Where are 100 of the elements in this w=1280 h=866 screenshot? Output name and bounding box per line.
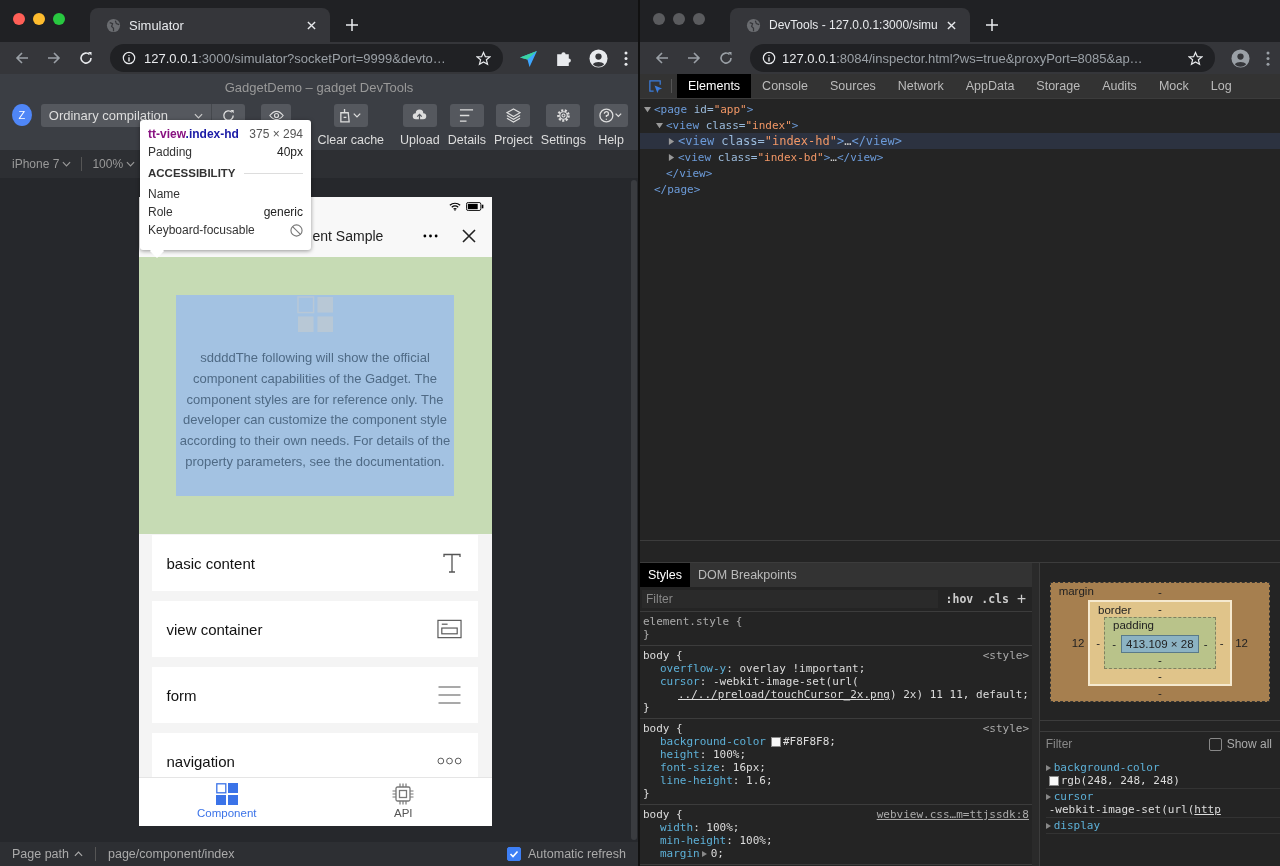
category-label: navigation xyxy=(166,752,235,770)
hover-state-button[interactable]: :hov xyxy=(945,592,974,606)
component-category[interactable]: form xyxy=(151,667,478,723)
element-size: 375 × 294 xyxy=(249,127,303,141)
bottom-tab[interactable]: Component xyxy=(138,778,315,826)
css-declaration: height: 100%; xyxy=(659,748,748,761)
browser-tab[interactable]: DevTools - 127.0.0.1:3000/simu xyxy=(730,8,970,42)
tool-label: Settings xyxy=(540,133,586,147)
component-category[interactable]: basic content xyxy=(151,535,478,591)
box-value: - xyxy=(1111,638,1117,650)
zoom-dropdown[interactable]: 100% xyxy=(92,157,136,171)
panel-tab[interactable]: Mock xyxy=(1147,74,1200,98)
tool-label: Help xyxy=(598,133,624,147)
sidebar-tab[interactable]: DOM Breakpoints xyxy=(690,563,805,587)
box-label: margin xyxy=(1058,585,1094,597)
tool-label: Project xyxy=(493,133,533,147)
sidebar-tab[interactable]: Styles xyxy=(640,563,691,587)
computed-property[interactable]: display xyxy=(1045,818,1280,834)
property-value: generic xyxy=(263,205,303,219)
bottom-tab[interactable]: API xyxy=(315,778,492,826)
filter-field[interactable]: Filter xyxy=(642,590,938,608)
url-text: 127.0.0.1:3000/simulator?socketPort=9999&devto… xyxy=(144,50,447,66)
dom-node[interactable]: <page id="app"> xyxy=(640,101,1280,117)
auto-refresh-checkbox[interactable]: Automatic refresh xyxy=(507,847,626,861)
dom-node[interactable]: <view class="index-bd">…</view> xyxy=(640,149,1280,165)
url-text: 127.0.0.1:8084/inspector.html?ws=true&proxyPort=8085&ap… xyxy=(782,50,1144,66)
class-button[interactable]: .cls xyxy=(981,592,1009,606)
address-field[interactable]: 127.0.0.1:8084/inspector.html?ws=true&proxyPort=8085&ap… xyxy=(750,44,1215,72)
device-dropdown[interactable]: iPhone 7 xyxy=(12,157,72,171)
panel-tab[interactable]: Elements xyxy=(677,74,752,98)
tab-title: Simulator xyxy=(129,17,185,33)
box-value: 12 xyxy=(1070,637,1086,649)
css-selector: element.style { xyxy=(643,615,743,628)
panel-tab[interactable]: Log xyxy=(1199,74,1243,98)
tab-title: DevTools - 127.0.0.1:3000/simu xyxy=(769,18,939,32)
category-label: form xyxy=(166,686,197,704)
panel-tab[interactable]: Storage xyxy=(1025,74,1092,98)
tool-label: Details xyxy=(447,133,486,147)
panel-tab[interactable]: Console xyxy=(751,74,819,98)
box-value: - xyxy=(1157,602,1162,617)
panel-tab[interactable]: Audits xyxy=(1091,74,1148,98)
page-path-toggle[interactable]: Page path xyxy=(12,847,83,861)
new-rule-button[interactable]: + xyxy=(1016,590,1026,608)
source-label: <style> xyxy=(982,649,1029,662)
page-path: page/component/index xyxy=(108,847,235,861)
show-all-checkbox[interactable]: Show all xyxy=(1208,737,1272,751)
box-value: 12 xyxy=(1234,637,1249,649)
css-declaration: overflow-y: overlay !important; xyxy=(659,662,867,675)
category-label: view container xyxy=(166,620,263,638)
box-value: - xyxy=(1202,638,1209,650)
css-declaration: margin 0; xyxy=(659,847,725,860)
panel-tab[interactable]: Network xyxy=(886,74,955,98)
css-selector: body { xyxy=(643,808,683,821)
box-value: - xyxy=(1095,637,1101,649)
dom-node[interactable]: <view class="index-hd">…</view> xyxy=(640,133,1280,149)
panel-tab[interactable]: Sources xyxy=(819,74,887,98)
component-category[interactable]: navigation xyxy=(151,733,478,777)
browser-tab[interactable]: Simulator xyxy=(90,8,330,42)
property-label: Role xyxy=(148,205,173,219)
intro-text: sddddThe following will show the official component capabilities of the Gadget. The component styles are for reference only. The developer can customize the component style according to their own needs. For details of the property parameters, see the documentation. xyxy=(178,349,452,471)
window-title: GadgetDemo – gadget DevTools xyxy=(224,79,414,95)
property-label: Padding xyxy=(148,145,193,159)
closing-brace: } xyxy=(643,701,650,714)
address-field[interactable]: 127.0.0.1:3000/simulator?socketPort=9999&devto… xyxy=(110,44,503,72)
css-declaration: font-size: 16px; xyxy=(659,761,767,774)
section-heading: ACCESSIBILITY xyxy=(148,167,236,179)
css-declaration: width: 100%; xyxy=(659,821,741,834)
box-value: - xyxy=(1157,686,1162,701)
element-selector: tt-view.index-hd xyxy=(148,127,239,141)
dom-node[interactable]: <view class="index"> xyxy=(640,117,1280,133)
panel-tab[interactable]: AppData xyxy=(954,74,1026,98)
tool-label: Upload xyxy=(400,133,440,147)
closing-tag: </page> xyxy=(654,182,701,196)
box-value: - xyxy=(1157,669,1162,684)
box-value: - xyxy=(1157,585,1162,600)
computed-property[interactable]: background-color rgb(248, 248, 248) xyxy=(1045,760,1280,789)
page-title: ent Sample xyxy=(312,228,385,244)
content-box: 413.109 × 28 xyxy=(1121,635,1199,653)
property-value: 40px xyxy=(276,145,303,159)
closing-brace: } xyxy=(643,787,650,800)
css-selector: body { xyxy=(643,722,683,735)
category-label: basic content xyxy=(166,554,255,572)
box-label: padding xyxy=(1113,619,1154,631)
box-label: border xyxy=(1098,604,1132,616)
css-declaration: line-height: 1.6; xyxy=(659,774,774,787)
property-label: Keyboard-focusable xyxy=(148,223,255,237)
closing-tag: </view> xyxy=(666,166,713,180)
css-declaration: background-color #F8F8F8; xyxy=(659,735,837,748)
box-value: - xyxy=(1218,637,1225,649)
source-label: <style> xyxy=(982,722,1029,735)
filter-field[interactable]: Filter xyxy=(1043,736,1203,752)
source-link[interactable]: webview.css…m=ttjssdk:8 xyxy=(876,808,1029,821)
css-declaration: min-height: 100%; xyxy=(659,834,774,847)
computed-property[interactable]: cursor -webkit-image-set(url(http xyxy=(1045,789,1280,818)
box-value: - xyxy=(1157,653,1162,668)
css-declaration: cursor: -webkit-image-set(url( ../../preload/touchCursor_2x.png) 2x) 11 11, default; xyxy=(659,675,1029,701)
property-label: Name xyxy=(148,187,180,201)
closing-brace: } xyxy=(643,628,650,641)
component-category[interactable]: view container xyxy=(151,601,478,657)
tool-label: Clear cache xyxy=(317,133,385,147)
